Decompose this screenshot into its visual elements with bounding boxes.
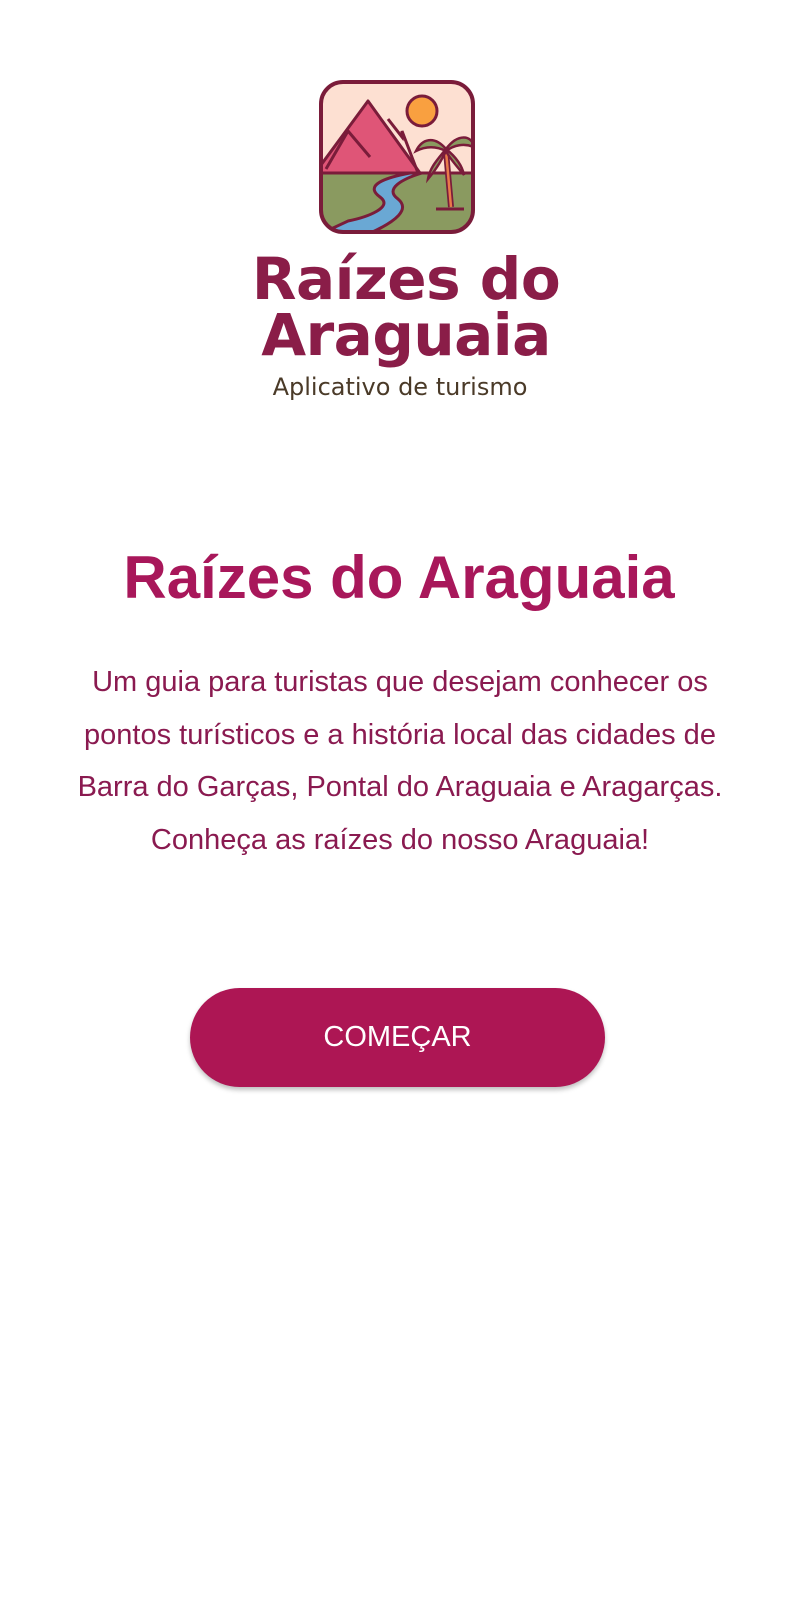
logo-subtitle: Aplicativo de turismo bbox=[272, 373, 528, 401]
logo-text-line2: Araguaia bbox=[261, 301, 551, 369]
app-description: Um guia para turistas que desejam conhec… bbox=[77, 666, 723, 856]
start-button[interactable]: COMEÇAR bbox=[190, 988, 605, 1087]
landscape-logo-icon bbox=[319, 80, 475, 234]
page-title: Raízes do Araguaia bbox=[123, 544, 675, 611]
logo-wordmark: Raízes do Araguaia bbox=[0, 245, 812, 369]
logo-text-line1: Raízes do bbox=[251, 245, 561, 313]
